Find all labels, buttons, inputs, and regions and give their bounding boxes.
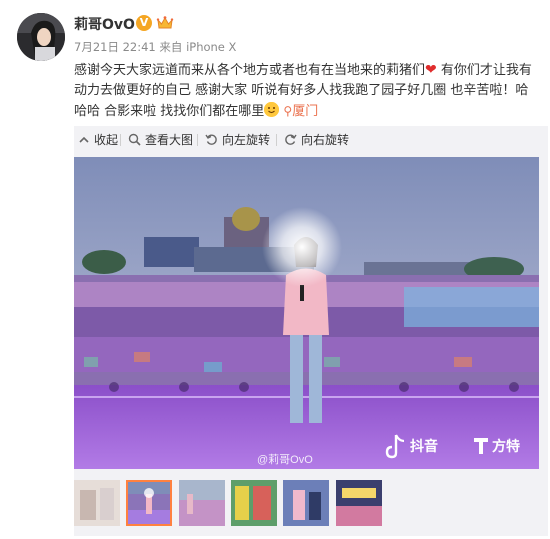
zoom-icon	[128, 133, 141, 146]
smile-emoji-icon	[264, 102, 280, 117]
rotate-left-button[interactable]: 向左旋转	[205, 131, 270, 148]
avatar[interactable]	[17, 13, 65, 61]
post-line-3: 哈哈 合影来啦 找找你们都在哪里 ⚲厦门	[74, 101, 544, 122]
post-time[interactable]: 7月21日 22:41	[74, 40, 156, 54]
thumbnail-2[interactable]	[126, 480, 172, 526]
rotate-right-button[interactable]: 向右旋转	[284, 131, 349, 148]
post-line-3-text: 哈哈 合影来啦 找找你们都在哪里	[74, 104, 265, 119]
toolbar-divider	[276, 134, 277, 146]
post-line-1a: 感谢今天大家远道而来从各个地方或者也有在当地来的莉猪们	[74, 63, 426, 78]
rotate-left-label: 向左旋转	[222, 133, 271, 147]
post-meta: 7月21日 22:41 来自 iPhone X	[74, 39, 236, 55]
post-source[interactable]: iPhone X	[186, 40, 236, 54]
heart-emoji-icon: ❤	[425, 62, 437, 78]
collapse-icon	[78, 134, 90, 146]
view-large-label: 查看大图	[145, 133, 194, 147]
main-photo[interactable]: @莉哥OvO 抖音 方特	[74, 157, 539, 469]
rotate-right-icon	[284, 133, 297, 146]
location-pin-icon: ⚲	[283, 104, 293, 118]
source-prefix: 来自	[159, 40, 183, 54]
thumbnail-5[interactable]	[283, 480, 329, 526]
toolbar-divider	[197, 134, 198, 146]
post-line-2: 动力去做更好的自己 感谢大家 听说有好多人找我跑了园子好几圈 也辛苦啦！哈	[74, 83, 529, 98]
verified-badge: V	[136, 15, 152, 31]
thumbnail-3[interactable]	[179, 480, 225, 526]
rotate-left-icon	[205, 133, 218, 146]
post-line-1b: 有你们才让我有	[436, 63, 532, 78]
member-crown-icon	[156, 15, 174, 31]
collapse-label: 收起	[94, 133, 119, 147]
toolbar-divider	[120, 134, 121, 146]
thumbnail-1[interactable]	[74, 480, 120, 526]
weibo-watermark: @莉哥OvO	[257, 453, 313, 466]
post-line-1: 感谢今天大家远道而来从各个地方或者也有在当地来的莉猪们❤ 有你们才让我有	[74, 60, 544, 81]
collapse-button[interactable]: 收起	[78, 131, 118, 148]
view-large-button[interactable]: 查看大图	[128, 131, 193, 148]
thumbnail-4[interactable]	[231, 480, 277, 526]
douyin-watermark: 抖音	[410, 438, 438, 454]
location-link[interactable]: 厦门	[292, 104, 318, 119]
post-text: 感谢今天大家远道而来从各个地方或者也有在当地来的莉猪们❤ 有你们才让我有 动力去…	[74, 60, 544, 122]
rotate-right-label: 向右旋转	[301, 133, 350, 147]
thumbnail-6[interactable]	[336, 480, 382, 526]
username[interactable]: 莉哥OvO	[74, 14, 135, 34]
fangte-watermark: 方特	[492, 438, 520, 454]
